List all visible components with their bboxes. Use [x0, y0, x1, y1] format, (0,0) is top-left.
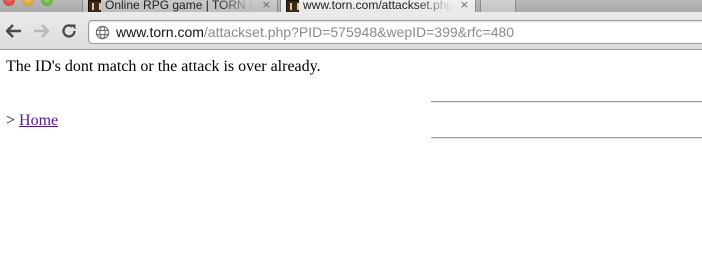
globe-icon — [95, 25, 110, 40]
tab-attackset[interactable]: www.torn.com/attackset.php × — [280, 0, 476, 12]
tab-close-icon[interactable]: × — [262, 0, 271, 11]
error-message: The ID's dont match or the attack is ove… — [6, 58, 321, 75]
address-bar[interactable]: www.torn.com/attackset.php?PID=575948&we… — [88, 20, 702, 44]
arrow-right-icon — [34, 24, 49, 38]
home-link[interactable]: Home — [19, 112, 58, 129]
torn-favicon-icon — [88, 0, 101, 12]
address-url: www.torn.com/attackset.php?PID=575948&we… — [116, 24, 514, 40]
page-content: The ID's dont match or the attack is ove… — [0, 51, 702, 270]
tab-title: www.torn.com/attackset.php — [303, 0, 453, 12]
close-window-button[interactable] — [3, 0, 15, 6]
zoom-window-button[interactable] — [41, 0, 53, 6]
reload-icon — [62, 24, 76, 38]
tab-torn-city[interactable]: Online RPG game | TORN City × — [82, 0, 278, 12]
horizontal-rule — [431, 101, 702, 103]
torn-favicon-icon — [286, 0, 299, 12]
browser-toolbar: www.torn.com/attackset.php?PID=575948&we… — [0, 12, 702, 50]
back-button[interactable] — [3, 20, 25, 42]
address-host: www.torn.com — [116, 24, 204, 40]
arrow-left-icon — [6, 24, 21, 38]
tab-strip: Online RPG game | TORN City × www.torn.c… — [0, 0, 702, 12]
tab-title: Online RPG game | TORN City — [105, 0, 255, 12]
address-path: /attackset.php?PID=575948&wepID=399&rfc=… — [203, 24, 515, 40]
tab-close-icon[interactable]: × — [460, 0, 469, 11]
minimize-window-button[interactable] — [22, 0, 34, 6]
horizontal-rule — [431, 137, 702, 139]
forward-button[interactable] — [30, 20, 52, 42]
reload-button[interactable] — [58, 20, 80, 42]
home-nav: > Home — [6, 112, 58, 130]
nav-prefix: > — [6, 112, 16, 129]
new-tab-button[interactable] — [480, 0, 516, 12]
